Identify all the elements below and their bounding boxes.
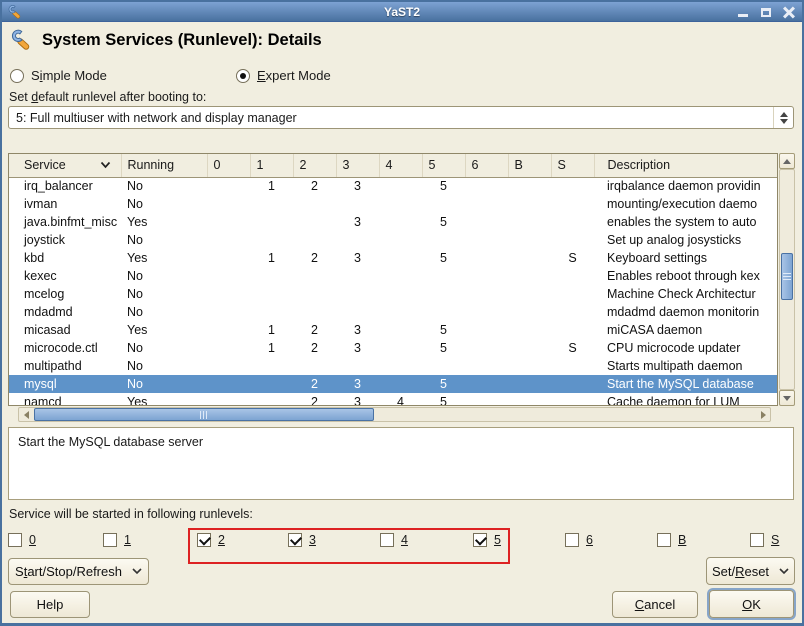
unchecked-checkbox-icon[interactable] — [103, 533, 117, 547]
service-description-box: Start the MySQL database server — [8, 427, 794, 500]
minimize-icon[interactable] — [736, 5, 750, 19]
unchecked-checkbox-icon[interactable] — [380, 533, 394, 547]
table-row-multipathd[interactable]: multipathdNoStarts multipath daemon — [9, 357, 777, 375]
runlevel-checkbox-s[interactable]: S — [750, 533, 779, 547]
checked-checkbox-icon[interactable] — [197, 533, 211, 547]
table-body: irq_balancerNo1235irqbalance daemon prov… — [9, 177, 777, 406]
table-row-micasad[interactable]: micasadYes1235miCASA daemon — [9, 321, 777, 339]
table-row-kbd[interactable]: kbdYes1235SKeyboard settings — [9, 249, 777, 267]
table-row-mysql[interactable]: mysqlNo235Start the MySQL database — [9, 375, 777, 393]
yast2-window: YaST2 System Services (Runlevel): Detail… — [0, 0, 804, 626]
cancel-button[interactable]: Cancel — [612, 591, 698, 618]
runlevel-checkbox-1[interactable]: 1 — [103, 533, 131, 547]
runlevel-checkbox-4[interactable]: 4 — [380, 533, 408, 547]
column-header-2[interactable]: 2 — [293, 154, 336, 177]
help-button[interactable]: Help — [10, 591, 90, 618]
unchecked-checkbox-icon[interactable] — [750, 533, 764, 547]
checkbox-label: 6 — [586, 533, 593, 547]
page-header: System Services (Runlevel): Details — [8, 28, 322, 52]
scroll-left-icon[interactable] — [19, 408, 33, 421]
sort-descending-icon — [100, 161, 111, 169]
vertical-scrollbar[interactable] — [779, 153, 795, 406]
radio-circle[interactable] — [10, 69, 24, 83]
unchecked-checkbox-icon[interactable] — [565, 533, 579, 547]
start-stop-refresh-button[interactable]: Start/Stop/Refresh — [8, 558, 149, 585]
checked-checkbox-icon[interactable] — [473, 533, 487, 547]
column-header-6[interactable]: 6 — [465, 154, 508, 177]
checkbox-label: 2 — [218, 533, 225, 547]
checkbox-label: 5 — [494, 533, 501, 547]
runlevel-checkbox-5[interactable]: 5 — [473, 533, 501, 547]
table-row-mdadmd[interactable]: mdadmdNomdadmd daemon monitorin — [9, 303, 777, 321]
column-header-service[interactable]: Service — [9, 154, 121, 177]
set-reset-button[interactable]: Set/Reset — [706, 557, 795, 585]
horizontal-scrollbar-thumb[interactable] — [34, 408, 374, 421]
scroll-up-icon[interactable] — [779, 153, 795, 169]
scroll-down-icon[interactable] — [779, 390, 795, 406]
default-runlevel-label: Set default runlevel after booting to: — [9, 90, 206, 104]
chevron-down-icon — [132, 568, 142, 575]
checkbox-label: 3 — [309, 533, 316, 547]
checked-checkbox-icon[interactable] — [288, 533, 302, 547]
window-title: YaST2 — [2, 5, 802, 19]
table-row-kexec[interactable]: kexecNoEnables reboot through kex — [9, 267, 777, 285]
table-row-irq-balancer[interactable]: irq_balancerNo1235irqbalance daemon prov… — [9, 177, 777, 195]
runlevel-checkbox-row: 0 1 2 3 4 5 6 B S — [8, 533, 792, 555]
runlevel-checkbox-3[interactable]: 3 — [288, 533, 316, 547]
vertical-scrollbar-thumb[interactable] — [781, 253, 793, 300]
simple-mode-radio[interactable]: Simple Mode — [10, 68, 107, 83]
table-row-joystick[interactable]: joystickNoSet up analog josysticks — [9, 231, 777, 249]
checkbox-label: 1 — [124, 533, 131, 547]
column-header-5[interactable]: 5 — [422, 154, 465, 177]
runlevel-checkbox-b[interactable]: B — [657, 533, 686, 547]
unchecked-checkbox-icon[interactable] — [657, 533, 671, 547]
column-header-s[interactable]: S — [551, 154, 594, 177]
runlevels-section-label: Service will be started in following run… — [9, 507, 253, 521]
radio-circle-checked[interactable] — [236, 69, 250, 83]
column-header-3[interactable]: 3 — [336, 154, 379, 177]
services-table[interactable]: ServiceRunning0123456BSDescription irq_b… — [8, 153, 778, 406]
default-runlevel-select[interactable]: 5: Full multiuser with network and displ… — [8, 106, 794, 129]
horizontal-scrollbar[interactable] — [18, 407, 771, 422]
expert-mode-label: Expert Mode — [257, 68, 331, 83]
simple-mode-label: Simple Mode — [31, 68, 107, 83]
column-header-running[interactable]: Running — [121, 154, 207, 177]
checkbox-label: 4 — [401, 533, 408, 547]
checkbox-label: B — [678, 533, 686, 547]
ok-button[interactable]: OK — [709, 590, 794, 618]
close-icon[interactable] — [782, 5, 796, 19]
vertical-scrollbar-track[interactable] — [779, 169, 795, 390]
table-row-java-binfmt-misc[interactable]: java.binfmt_miscYes35enables the system … — [9, 213, 777, 231]
page-title: System Services (Runlevel): Details — [42, 31, 322, 50]
table-row-namcd[interactable]: namcdYes2345Cache daemon for LUM — [9, 393, 777, 406]
unchecked-checkbox-icon[interactable] — [8, 533, 22, 547]
runlevel-checkbox-0[interactable]: 0 — [8, 533, 36, 547]
table-row-mcelog[interactable]: mcelogNoMachine Check Architectur — [9, 285, 777, 303]
column-header-1[interactable]: 1 — [250, 154, 293, 177]
selected-runlevel-value: 5: Full multiuser with network and displ… — [9, 111, 773, 125]
scroll-right-icon[interactable] — [756, 408, 770, 421]
table-row-microcode-ctl[interactable]: microcode.ctlNo1235SCPU microcode update… — [9, 339, 777, 357]
column-header-4[interactable]: 4 — [379, 154, 422, 177]
chevron-down-icon — [779, 568, 789, 575]
expert-mode-radio[interactable]: Expert Mode — [236, 68, 331, 83]
checkbox-label: 0 — [29, 533, 36, 547]
maximize-icon[interactable] — [759, 5, 773, 19]
titlebar[interactable]: YaST2 — [2, 2, 802, 22]
table-header-row: ServiceRunning0123456BSDescription — [9, 154, 777, 177]
table-row-ivman[interactable]: ivmanNomounting/execution daemo — [9, 195, 777, 213]
spinner-arrows-icon[interactable] — [773, 107, 793, 128]
column-header-description[interactable]: Description — [594, 154, 777, 177]
runlevel-checkbox-2[interactable]: 2 — [197, 533, 225, 547]
column-header-b[interactable]: B — [508, 154, 551, 177]
wrench-icon — [8, 28, 32, 52]
column-header-0[interactable]: 0 — [207, 154, 250, 177]
runlevel-checkbox-6[interactable]: 6 — [565, 533, 593, 547]
checkbox-label: S — [771, 533, 779, 547]
